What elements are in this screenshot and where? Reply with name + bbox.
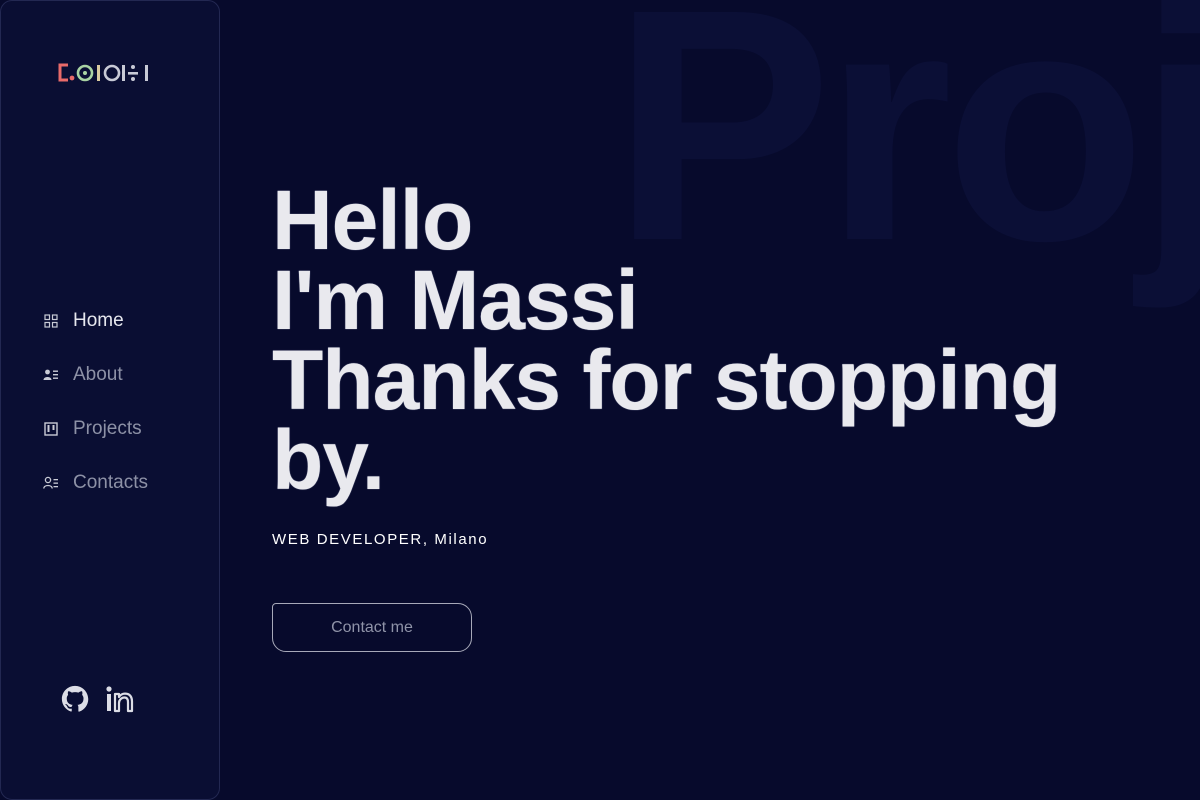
grid-icon	[43, 313, 59, 329]
contact-card-icon	[43, 475, 59, 491]
contact-me-button[interactable]: Contact me	[272, 603, 472, 652]
social-links	[59, 683, 137, 715]
headline-line-1: Hello	[272, 173, 473, 267]
kanban-icon	[43, 421, 59, 437]
hero-headline: Hello I'm Massi Thanks for stopping by.	[272, 173, 1061, 507]
page: Proj Home About Projects Contacts Hello …	[0, 0, 1200, 800]
nav-label-projects: Projects	[73, 418, 142, 439]
headline-line-2: I'm Massi	[272, 253, 639, 347]
headline-line-3: Thanks for stopping	[272, 333, 1061, 427]
nav-item-contacts[interactable]: Contacts	[43, 467, 148, 499]
hero: Hello I'm Massi Thanks for stopping by.	[272, 173, 1061, 507]
role-subtitle: WEB DEVELOPER, Milano	[272, 531, 489, 548]
nav-label-contacts: Contacts	[73, 472, 148, 493]
user-list-icon	[43, 367, 59, 383]
nav-label-about: About	[73, 364, 123, 385]
headline-line-4: by.	[272, 413, 385, 507]
sidebar: Home About Projects Contacts	[0, 0, 220, 800]
github-icon[interactable]	[59, 683, 91, 715]
nav-item-home[interactable]: Home	[43, 305, 148, 337]
linkedin-icon[interactable]	[105, 683, 137, 715]
pixel-logo-icon[interactable]	[57, 59, 167, 89]
nav-label-home: Home	[73, 310, 124, 331]
main-nav: Home About Projects Contacts	[43, 305, 148, 521]
nav-item-projects[interactable]: Projects	[43, 413, 148, 445]
nav-item-about[interactable]: About	[43, 359, 148, 391]
